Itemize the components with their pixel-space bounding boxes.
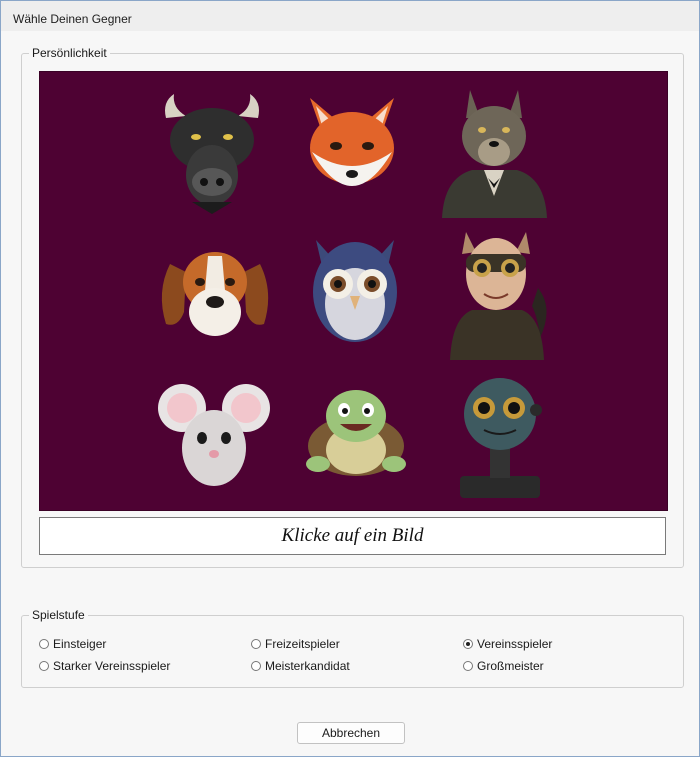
- radio-label: Vereinsspieler: [477, 637, 553, 651]
- portrait-mouse[interactable]: [156, 378, 272, 490]
- radio-label: Freizeitspieler: [265, 637, 340, 651]
- radio-label: Großmeister: [477, 659, 544, 673]
- radio-dot: [463, 661, 473, 671]
- portrait-wolf[interactable]: [432, 86, 557, 218]
- beagle-icon: [161, 252, 269, 336]
- title-bar: Wähle Deinen Gegner: [1, 1, 699, 31]
- radio-dot-selected: [463, 639, 473, 649]
- bull-icon: [165, 94, 259, 214]
- radio-dot: [251, 639, 261, 649]
- radio-vereinsspieler[interactable]: Vereinsspieler: [463, 637, 552, 651]
- prompt-box: Klicke auf ein Bild: [39, 517, 666, 555]
- portrait-cat-woman[interactable]: [442, 228, 552, 360]
- portrait-robot[interactable]: [454, 372, 546, 500]
- radio-einsteiger[interactable]: Einsteiger: [39, 637, 106, 651]
- radio-dot: [251, 661, 261, 671]
- turtle-icon: [306, 390, 406, 476]
- owl-icon: [313, 240, 397, 342]
- radio-dot: [39, 639, 49, 649]
- radio-grossmeister[interactable]: Großmeister: [463, 659, 544, 673]
- radio-meisterkandidat[interactable]: Meisterkandidat: [251, 659, 350, 673]
- radio-label: Meisterkandidat: [265, 659, 350, 673]
- portrait-turtle[interactable]: [304, 384, 408, 478]
- level-group: Spielstufe: [21, 608, 684, 688]
- cat-woman-icon: [450, 232, 547, 360]
- portrait-owl[interactable]: [308, 236, 402, 348]
- robot-icon: [460, 378, 542, 498]
- mouse-icon: [158, 384, 270, 486]
- level-legend: Spielstufe: [32, 608, 85, 622]
- portrait-bull[interactable]: [152, 90, 272, 215]
- window-title: Wähle Deinen Gegner: [13, 12, 132, 26]
- radio-freizeitspieler[interactable]: Freizeitspieler: [251, 637, 340, 651]
- cancel-button[interactable]: Abbrechen: [297, 722, 405, 744]
- radio-dot: [39, 661, 49, 671]
- portrait-beagle[interactable]: [156, 232, 274, 350]
- personality-legend: Persönlichkeit: [32, 46, 107, 60]
- portrait-grid: [39, 71, 668, 511]
- portrait-fox[interactable]: [302, 90, 402, 215]
- radio-starker-vereinsspieler[interactable]: Starker Vereinsspieler: [39, 659, 170, 673]
- radio-label: Einsteiger: [53, 637, 107, 651]
- prompt-text: Klicke auf ein Bild: [281, 525, 424, 546]
- fox-icon: [310, 98, 394, 186]
- wolf-icon: [442, 90, 547, 218]
- opponent-dialog: Wähle Deinen Gegner Persönlichkeit Klick…: [0, 0, 700, 757]
- radio-label: Starker Vereinsspieler: [53, 659, 171, 673]
